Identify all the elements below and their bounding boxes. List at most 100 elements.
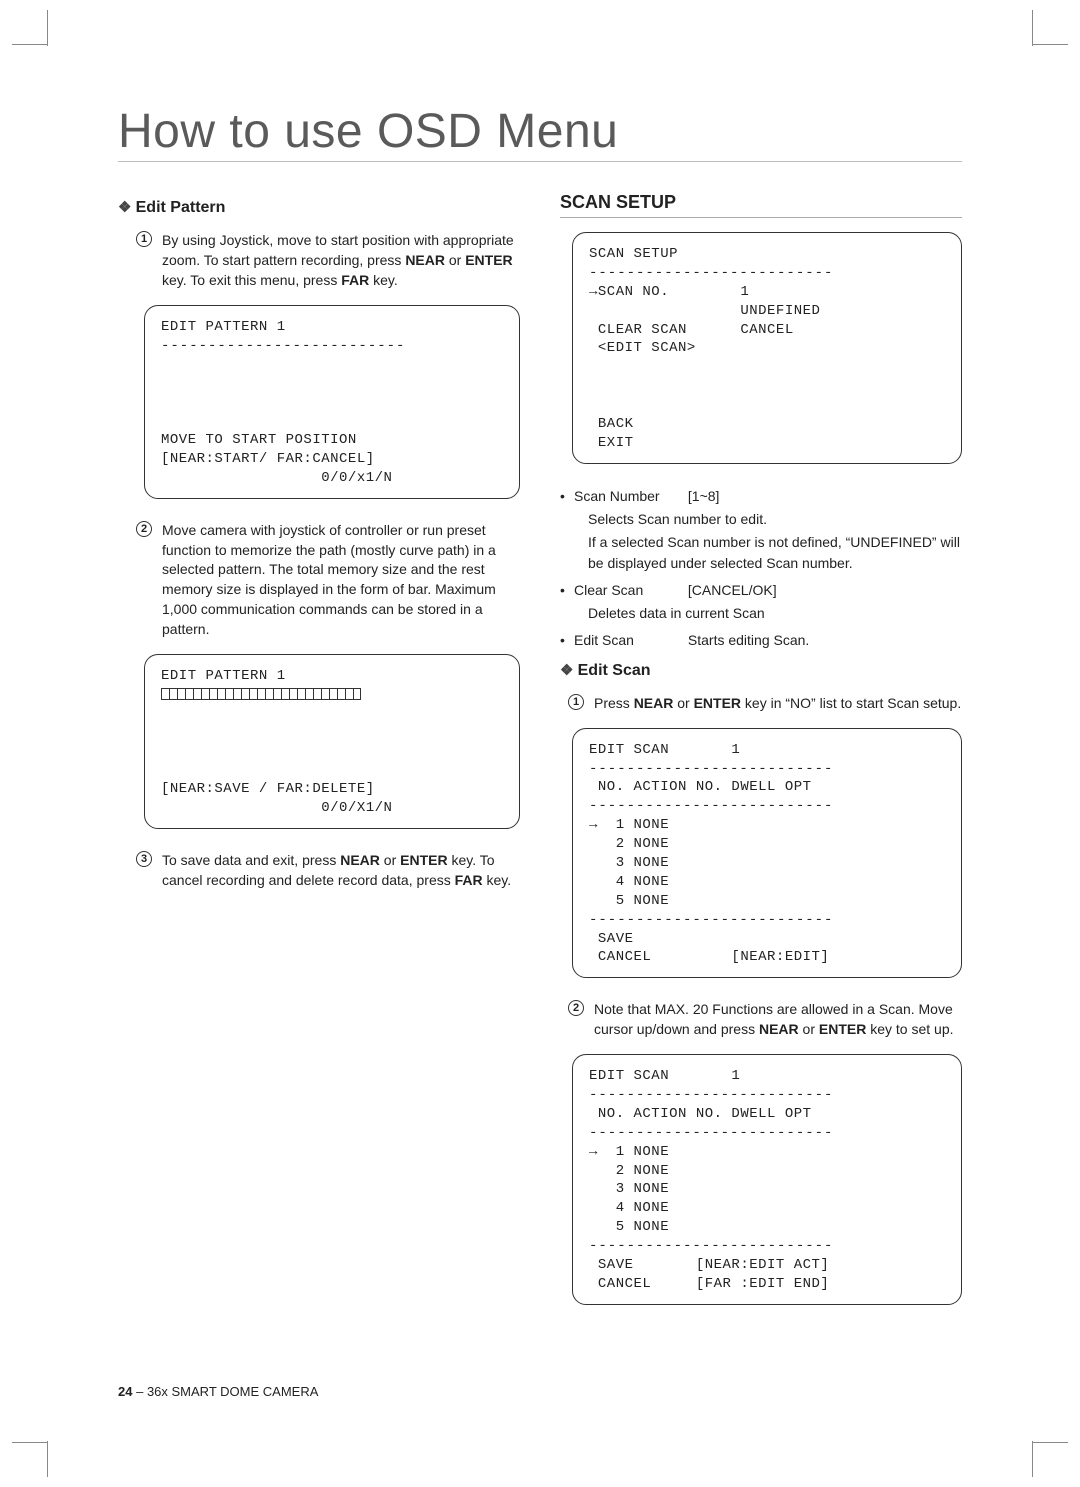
- text: To save data and exit, press: [162, 852, 340, 868]
- key-enter: ENTER: [400, 852, 447, 868]
- crop-mark: [47, 1441, 48, 1477]
- step-1: 1 By using Joystick, move to start posit…: [136, 231, 520, 291]
- step-number-icon: 2: [136, 521, 152, 537]
- osd-line: 2 NONE: [589, 836, 669, 852]
- osd-edit-pattern-2: EDIT PATTERN 1 [NEAR:SAVE / FAR:DELETE] …: [144, 654, 520, 829]
- step-number-icon: 1: [136, 231, 152, 247]
- osd-line: → 1 NONE: [589, 1144, 669, 1160]
- osd-divider: --------------------------: [589, 1087, 833, 1103]
- osd-line: [NEAR:SAVE / FAR:DELETE]: [161, 781, 375, 797]
- osd-header: NO. ACTION NO. DWELL OPT: [589, 779, 812, 795]
- osd-line: MOVE TO START POSITION: [161, 432, 357, 448]
- bullet-edit-scan: Edit Scan Starts editing Scan.: [560, 630, 962, 651]
- osd-line: SAVE: [589, 931, 634, 947]
- label: Edit Scan: [574, 630, 684, 651]
- text: key in “NO” list to start Scan setup.: [741, 695, 961, 711]
- footer-sep: –: [132, 1384, 146, 1399]
- osd-title: EDIT PATTERN 1: [161, 319, 286, 335]
- osd-title: EDIT SCAN 1: [589, 1068, 740, 1084]
- osd-line: 3 NONE: [589, 855, 669, 871]
- edit-scan-step-1-text: Press NEAR or ENTER key in “NO” list to …: [594, 694, 961, 714]
- text: Press: [594, 695, 634, 711]
- text: or: [673, 695, 693, 711]
- osd-divider: --------------------------: [589, 1238, 833, 1254]
- edit-scan-heading: Edit Scan: [560, 661, 962, 680]
- columns: Edit Pattern 1 By using Joystick, move t…: [118, 192, 962, 1327]
- osd-line: 0/0/x1/N: [161, 470, 392, 486]
- osd-title: SCAN SETUP: [589, 246, 678, 262]
- scan-setup-heading: SCAN SETUP: [560, 192, 962, 218]
- osd-line: 3 NONE: [589, 1181, 669, 1197]
- edit-scan-step-1: 1 Press NEAR or ENTER key in “NO” list t…: [568, 694, 962, 714]
- osd-line: 5 NONE: [589, 893, 669, 909]
- key-far: FAR: [341, 272, 369, 288]
- osd-line: EXIT: [589, 435, 634, 451]
- title-wrap: How to use OSD Menu: [118, 104, 962, 162]
- osd-line: → 1 NONE: [589, 817, 669, 833]
- osd-line: SAVE [NEAR:EDIT ACT]: [589, 1257, 829, 1273]
- crop-mark: [1032, 44, 1068, 45]
- page-title: How to use OSD Menu: [118, 104, 962, 162]
- key-near: NEAR: [340, 852, 380, 868]
- osd-line: 2 NONE: [589, 1163, 669, 1179]
- key-enter: ENTER: [465, 252, 512, 268]
- osd-line: UNDEFINED: [589, 303, 820, 319]
- text: key.: [483, 872, 512, 888]
- osd-line: 4 NONE: [589, 874, 669, 890]
- value: [1~8]: [688, 488, 720, 504]
- value: Starts editing Scan.: [688, 632, 809, 648]
- osd-line: <EDIT SCAN>: [589, 340, 696, 356]
- right-column: SCAN SETUP SCAN SETUP ------------------…: [560, 192, 962, 1327]
- description: If a selected Scan number is not defined…: [574, 532, 962, 574]
- key-near: NEAR: [634, 695, 674, 711]
- key-near: NEAR: [759, 1021, 799, 1037]
- crop-mark: [1032, 1442, 1068, 1443]
- key-near: NEAR: [405, 252, 445, 268]
- osd-line: 5 NONE: [589, 1219, 669, 1235]
- page: How to use OSD Menu Edit Pattern 1 By us…: [0, 0, 1080, 1487]
- osd-line: 4 NONE: [589, 1200, 669, 1216]
- crop-mark: [1032, 10, 1033, 46]
- page-footer: 24 – 36x SMART DOME CAMERA: [118, 1384, 318, 1399]
- content-area: How to use OSD Menu Edit Pattern 1 By us…: [118, 104, 962, 1327]
- osd-divider: --------------------------: [589, 912, 833, 928]
- text: key.: [369, 272, 398, 288]
- osd-line: →SCAN NO. 1: [589, 284, 749, 300]
- edit-pattern-heading: Edit Pattern: [118, 198, 520, 217]
- osd-divider: --------------------------: [589, 761, 833, 777]
- osd-title: EDIT PATTERN 1: [161, 668, 286, 684]
- text: or: [799, 1021, 819, 1037]
- step-3-text: To save data and exit, press NEAR or ENT…: [162, 851, 520, 891]
- step-number-icon: 2: [568, 1000, 584, 1016]
- key-enter: ENTER: [694, 695, 741, 711]
- description: Deletes data in current Scan: [574, 603, 962, 624]
- osd-line: BACK: [589, 416, 634, 432]
- text: key. To exit this menu, press: [162, 272, 341, 288]
- osd-title: EDIT SCAN 1: [589, 742, 740, 758]
- text: or: [380, 852, 400, 868]
- osd-line: CANCEL [NEAR:EDIT]: [589, 949, 829, 965]
- step-number-icon: 3: [136, 851, 152, 867]
- osd-edit-pattern-1: EDIT PATTERN 1 -------------------------…: [144, 305, 520, 499]
- page-number: 24: [118, 1384, 132, 1399]
- value: [CANCEL/OK]: [688, 582, 777, 598]
- osd-header: NO. ACTION NO. DWELL OPT: [589, 1106, 812, 1122]
- bullet-clear-scan: Clear Scan [CANCEL/OK] Deletes data in c…: [560, 580, 962, 624]
- osd-scan-setup: SCAN SETUP -------------------------- →S…: [572, 232, 962, 464]
- crop-mark: [12, 44, 48, 45]
- memory-bar: [161, 688, 361, 700]
- step-2-text: Move camera with joystick of controller …: [162, 521, 520, 640]
- edit-scan-step-2-text: Note that MAX. 20 Functions are allowed …: [594, 1000, 962, 1040]
- edit-scan-step-2: 2 Note that MAX. 20 Functions are allowe…: [568, 1000, 962, 1040]
- crop-mark: [47, 10, 48, 46]
- osd-edit-scan-2: EDIT SCAN 1 -------------------------- N…: [572, 1054, 962, 1305]
- osd-divider: --------------------------: [161, 338, 405, 354]
- osd-line: [NEAR:START/ FAR:CANCEL]: [161, 451, 375, 467]
- label: Clear Scan: [574, 580, 684, 601]
- label: Scan Number: [574, 486, 684, 507]
- key-enter: ENTER: [819, 1021, 866, 1037]
- bullet-scan-number: Scan Number [1~8] Selects Scan number to…: [560, 486, 962, 574]
- osd-line: 0/0/X1/N: [161, 800, 392, 816]
- text: or: [445, 252, 465, 268]
- crop-mark: [1032, 1441, 1033, 1477]
